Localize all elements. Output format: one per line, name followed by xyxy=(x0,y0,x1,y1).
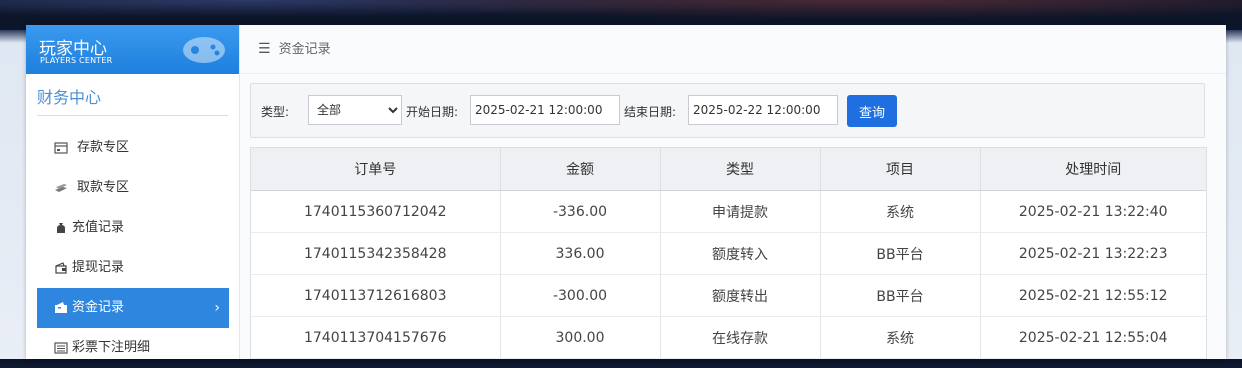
wallet-icon xyxy=(55,262,67,274)
sidebar-item-withdraw[interactable]: 取款专区 xyxy=(26,168,239,208)
table-row: 1740113704157676 300.00 在线存款 系统 2025-02-… xyxy=(251,316,1206,359)
card-icon xyxy=(54,142,68,154)
cell-amount: -300.00 xyxy=(500,274,661,317)
cell-project: BB平台 xyxy=(820,274,981,317)
chevron-right-icon: › xyxy=(214,300,220,316)
breadcrumb-label: 资金记录 xyxy=(278,42,331,57)
table-row: 1740115342358428 336.00 额度转入 BB平台 2025-0… xyxy=(251,232,1206,275)
start-date-label: 开始日期: xyxy=(406,105,459,119)
header-amount: 金额 xyxy=(500,148,661,191)
sidebar-item-label: 取款专区 xyxy=(77,180,130,195)
cell-project: BB平台 xyxy=(820,232,981,275)
sidebar-item-recharge-records[interactable]: 充值记录 xyxy=(26,208,239,248)
header-project: 项目 xyxy=(820,148,981,191)
end-date-label: 结束日期: xyxy=(624,105,677,119)
table-header-row: 订单号 金额 类型 项目 处理时间 xyxy=(251,148,1206,191)
player-center-panel: 玩家中心 PLAYERS CENTER 财务中心 存款专区 取款专区 充值记录 … xyxy=(26,25,1226,359)
sidebar-menu: 存款专区 取款专区 充值记录 提现记录 资金记录 › 彩票下注明细 xyxy=(26,128,239,368)
cell-order-id: 1740115360712042 xyxy=(251,190,501,233)
cell-order-id: 1740115342358428 xyxy=(251,232,501,275)
cash-icon xyxy=(55,184,67,192)
start-date-input[interactable] xyxy=(470,95,620,125)
cell-amount: 300.00 xyxy=(500,316,661,359)
main-content: ☰ 资金记录 类型: 全部 开始日期: 结束日期: 查询 订单号 金额 xyxy=(240,25,1226,359)
cell-time: 2025-02-21 12:55:04 xyxy=(980,316,1206,359)
sidebar-item-withdraw-records[interactable]: 提现记录 xyxy=(26,248,239,288)
cell-amount: -336.00 xyxy=(500,190,661,233)
table-row: 1740115360712042 -336.00 申请提款 系统 2025-02… xyxy=(251,190,1206,233)
sidebar-item-label: 彩票下注明细 xyxy=(72,340,151,355)
funds-table: 订单号 金额 类型 项目 处理时间 1740115360712042 -336.… xyxy=(250,147,1207,359)
sidebar-item-label: 充值记录 xyxy=(72,220,125,235)
sidebar: 玩家中心 PLAYERS CENTER 财务中心 存款专区 取款专区 充值记录 … xyxy=(26,25,240,359)
cell-type: 申请提款 xyxy=(660,190,821,233)
brand-header: 玩家中心 PLAYERS CENTER xyxy=(26,25,239,74)
end-date-input[interactable] xyxy=(688,95,838,125)
header-type: 类型 xyxy=(660,148,821,191)
cell-type: 额度转出 xyxy=(660,274,821,317)
divider xyxy=(37,115,228,116)
cell-time: 2025-02-21 12:55:12 xyxy=(980,274,1206,317)
sidebar-item-label: 提现记录 xyxy=(72,260,125,275)
funds-icon xyxy=(55,302,67,313)
cell-type: 额度转入 xyxy=(660,232,821,275)
sidebar-item-label: 资金记录 xyxy=(72,300,125,315)
money-bag-icon xyxy=(57,223,65,233)
records-table: 订单号 金额 类型 项目 处理时间 1740115360712042 -336.… xyxy=(251,148,1206,359)
type-label: 类型: xyxy=(261,105,290,119)
breadcrumb: ☰ 资金记录 xyxy=(240,25,1226,74)
cell-time: 2025-02-21 13:22:23 xyxy=(980,232,1206,275)
cell-project: 系统 xyxy=(820,316,981,359)
sidebar-item-deposit[interactable]: 存款专区 xyxy=(26,128,239,168)
filter-bar: 类型: 全部 开始日期: 结束日期: 查询 xyxy=(250,83,1205,138)
gamepad-icon xyxy=(183,37,225,63)
cell-project: 系统 xyxy=(820,190,981,233)
header-process-time: 处理时间 xyxy=(980,148,1206,191)
cell-type: 在线存款 xyxy=(660,316,821,359)
menu-icon[interactable]: ☰ xyxy=(258,25,271,73)
cell-order-id: 1740113712616803 xyxy=(251,274,501,317)
table-row: 1740113712616803 -300.00 额度转出 BB平台 2025-… xyxy=(251,274,1206,317)
cell-amount: 336.00 xyxy=(500,232,661,275)
cell-order-id: 1740113704157676 xyxy=(251,316,501,359)
header-order-id: 订单号 xyxy=(251,148,501,191)
sidebar-item-lottery-bets[interactable]: 彩票下注明细 xyxy=(26,328,239,368)
list-icon xyxy=(54,342,68,354)
brand-subtitle: PLAYERS CENTER xyxy=(40,56,113,65)
sidebar-item-funds-records[interactable]: 资金记录 › xyxy=(37,288,229,328)
type-select[interactable]: 全部 xyxy=(308,95,402,125)
query-button[interactable]: 查询 xyxy=(847,95,897,127)
cell-time: 2025-02-21 13:22:40 xyxy=(980,190,1206,233)
section-title: 财务中心 xyxy=(37,84,173,116)
sidebar-item-label: 存款专区 xyxy=(77,140,130,155)
